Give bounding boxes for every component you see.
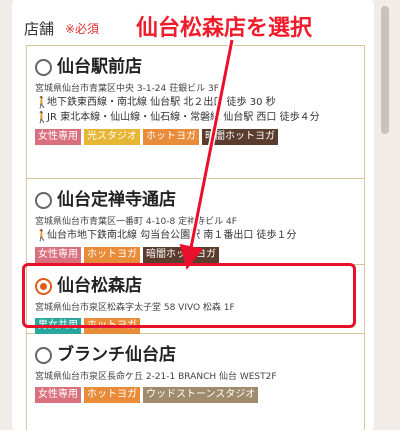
pointer-arrow-icon	[179, 39, 235, 270]
instruction-banner: 仙台松森店を選択	[136, 16, 313, 41]
